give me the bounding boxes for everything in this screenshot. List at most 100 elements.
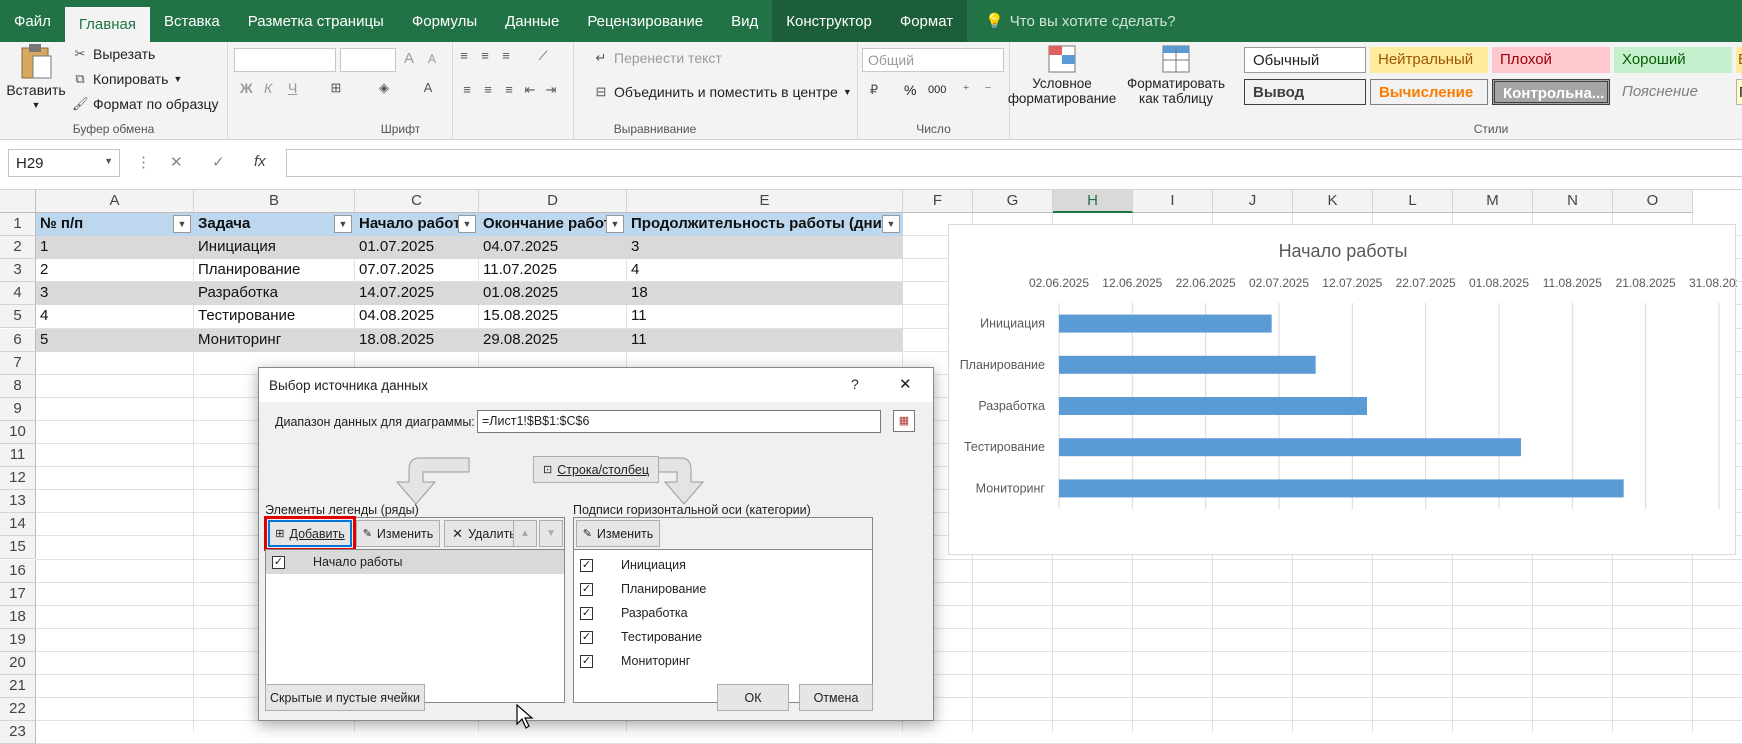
font-size-combo[interactable] [340, 48, 396, 72]
filter-dropdown-icon[interactable]: ▼ [882, 215, 900, 233]
font-color-button[interactable]: A [420, 80, 436, 96]
table-header-cell[interactable]: № п/п [36, 213, 194, 236]
row-header-16[interactable]: 16 [0, 559, 36, 583]
tab-page-layout[interactable]: Разметка страницы [234, 0, 398, 42]
tab-review[interactable]: Рецензирование [573, 0, 717, 42]
close-icon[interactable]: ✕ [899, 375, 912, 393]
table-cell[interactable]: 1 [36, 236, 194, 259]
filter-dropdown-icon[interactable]: ▼ [606, 215, 624, 233]
axis-label-item[interactable]: ✓ Инициация [580, 554, 686, 576]
row-header-11[interactable]: 11 [0, 444, 36, 467]
table-cell[interactable]: 18 [627, 282, 903, 305]
tab-data[interactable]: Данные [491, 0, 573, 42]
table-cell[interactable]: 4 [36, 305, 194, 328]
table-cell[interactable]: Разработка [194, 282, 355, 305]
checkbox-checked-icon[interactable]: ✓ [580, 558, 593, 572]
table-cell[interactable]: 4 [627, 259, 903, 282]
table-cell[interactable]: 3 [627, 236, 903, 259]
edit-axis-labels-button[interactable]: ✎ Изменить [576, 520, 660, 547]
copy-button[interactable]: ⧉ Копировать ▼ [72, 71, 182, 87]
bold-button[interactable]: Ж [240, 80, 253, 96]
style-input[interactable]: Вв [1736, 47, 1742, 73]
shrink-font-button[interactable]: A [428, 52, 436, 66]
filter-dropdown-icon[interactable]: ▼ [173, 215, 191, 233]
thousands-button[interactable]: 000 [928, 84, 946, 96]
row-header-14[interactable]: 14 [0, 513, 36, 537]
table-cell[interactable]: 14.07.2025 [355, 282, 479, 305]
italic-button[interactable]: К [264, 80, 272, 96]
filter-dropdown-icon[interactable]: ▼ [334, 215, 352, 233]
format-as-table-button[interactable]: Форматировать как таблицу [1126, 44, 1226, 106]
table-header-cell[interactable]: Задача [194, 213, 355, 236]
tab-view[interactable]: Вид [717, 0, 772, 42]
tab-chart-format[interactable]: Формат [885, 0, 968, 42]
enter-formula-icon[interactable]: ✓ [212, 153, 225, 171]
style-explanatory[interactable]: Пояснение [1614, 79, 1732, 105]
move-down-button[interactable]: ▼ [539, 520, 563, 547]
table-cell[interactable]: 2 [36, 259, 194, 282]
tell-me-box[interactable]: 💡 Что вы хотите сделать? [967, 0, 1176, 42]
font-name-combo[interactable] [234, 48, 336, 72]
checkbox-checked-icon[interactable]: ✓ [272, 555, 285, 569]
style-neutral[interactable]: Нейтральный [1370, 47, 1488, 73]
vertical-align-buttons[interactable]: ≡ ≡ ≡ [459, 48, 517, 64]
series-list[interactable]: ✓ Начало работы [265, 549, 565, 703]
table-cell[interactable]: 18.08.2025 [355, 329, 479, 352]
tab-file[interactable]: Файл [0, 0, 65, 42]
cut-button[interactable]: ✂ Вырезать [72, 46, 156, 62]
style-normal[interactable]: Обычный [1244, 47, 1366, 73]
column-header-b[interactable]: B [194, 190, 355, 213]
table-cell[interactable]: Инициация [194, 236, 355, 259]
edit-series-button[interactable]: ✎ Изменить [356, 520, 440, 547]
table-cell[interactable]: 07.07.2025 [355, 259, 479, 282]
table-cell[interactable]: 15.08.2025 [479, 305, 627, 328]
grow-font-button[interactable]: A [404, 50, 414, 67]
switch-row-column-button[interactable]: ⊡ Строка/столбец [533, 456, 659, 483]
row-header-15[interactable]: 15 [0, 536, 36, 560]
style-calculation[interactable]: Вычисление [1370, 79, 1488, 105]
row-header-4[interactable]: 4 [0, 282, 36, 306]
axis-label-item[interactable]: ✓ Планирование [580, 578, 706, 600]
range-input[interactable]: =Лист1!$B$1:$C$6 [477, 410, 881, 433]
style-output[interactable]: Вывод [1244, 79, 1366, 105]
column-header-f[interactable]: F [903, 190, 973, 213]
hidden-empty-cells-button[interactable]: Скрытые и пустые ячейки [265, 684, 425, 711]
wrap-text-button[interactable]: ↵ Перенести текст [593, 50, 722, 66]
checkbox-checked-icon[interactable]: ✓ [580, 654, 593, 668]
table-cell[interactable]: 11.07.2025 [479, 259, 627, 282]
table-cell[interactable]: Тестирование [194, 305, 355, 328]
table-cell[interactable]: 04.08.2025 [355, 305, 479, 328]
style-good[interactable]: Хороший [1614, 47, 1732, 73]
select-all-corner[interactable] [0, 190, 36, 213]
merge-center-button[interactable]: ⊟ Объединить и поместить в центре ▼ [593, 84, 852, 100]
column-header-j[interactable]: J [1213, 190, 1293, 213]
style-check-cell[interactable]: Контрольна... [1492, 79, 1610, 105]
column-header-l[interactable]: L [1373, 190, 1453, 213]
row-header-10[interactable]: 10 [0, 420, 36, 444]
table-cell[interactable]: 01.07.2025 [355, 236, 479, 259]
table-cell[interactable]: 11 [627, 305, 903, 328]
orientation-button[interactable]: ⟋ [535, 48, 551, 64]
column-header-a[interactable]: A [36, 190, 194, 213]
column-header-h[interactable]: H [1053, 190, 1133, 213]
column-header-g[interactable]: G [973, 190, 1053, 213]
row-header-17[interactable]: 17 [0, 582, 36, 606]
style-bad[interactable]: Плохой [1492, 47, 1610, 73]
cancel-formula-icon[interactable]: ✕ [170, 153, 183, 171]
table-header-cell[interactable]: Продолжительность работы (дни) [627, 213, 903, 236]
table-cell[interactable]: 5 [36, 329, 194, 352]
conditional-formatting-button[interactable]: Условное форматирование [1008, 44, 1116, 106]
row-header-23[interactable]: 23 [0, 721, 36, 744]
axis-label-item[interactable]: ✓ Разработка [580, 602, 688, 624]
cancel-button[interactable]: Отмена [799, 684, 873, 711]
table-cell[interactable]: 01.08.2025 [479, 282, 627, 305]
borders-button[interactable]: ⊞ [328, 80, 344, 96]
table-cell[interactable]: 11 [627, 329, 903, 352]
row-header-1[interactable]: 1 [0, 213, 36, 236]
column-header-o[interactable]: O [1613, 190, 1693, 213]
tab-insert[interactable]: Вставка [150, 0, 234, 42]
format-painter-button[interactable]: 🖌 Формат по образцу [72, 96, 219, 112]
series-item[interactable]: ✓ Начало работы [272, 551, 402, 573]
number-format-combo[interactable]: Общий [862, 48, 1004, 72]
increase-decimal-button[interactable]: ⁺ [958, 82, 974, 98]
